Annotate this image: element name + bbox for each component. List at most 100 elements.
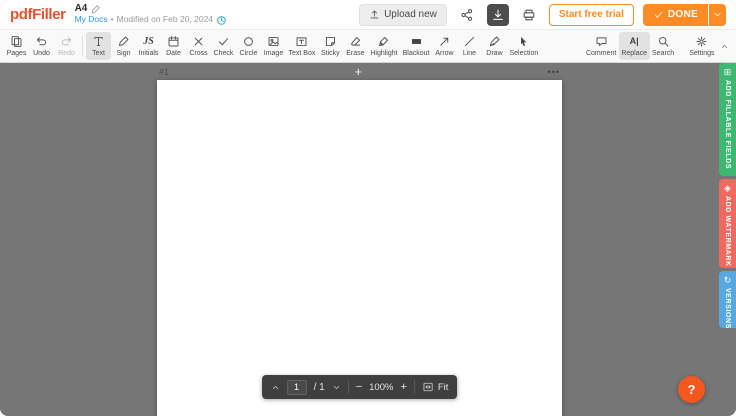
done-button-group: DONE [643,4,726,26]
upload-icon [369,9,380,20]
sticky-icon [324,35,337,48]
selection-icon [517,35,530,48]
arrow-icon [438,35,451,48]
page-menu-button[interactable]: ••• [548,67,560,77]
tool-highlight[interactable]: Highlight [368,32,400,60]
done-button[interactable]: DONE [643,4,708,26]
erase-icon [349,35,362,48]
tool-label: Line [463,50,476,57]
tool-replace[interactable]: A|Replace [619,32,650,60]
search-icon [657,35,670,48]
tool-text-box[interactable]: Text Box [286,32,318,60]
versions-icon: ↻ [724,276,732,285]
tool-label: Pages [7,50,27,57]
add-page-button[interactable]: + [354,65,362,78]
toolbar-gap [677,30,687,62]
workspace: #1 + ••• / 1 − 100% + [0,63,736,416]
tool-label: Search [652,50,674,57]
tool-pages[interactable]: Pages [4,32,29,60]
tool-draw[interactable]: Draw [482,32,507,60]
check-icon [217,35,230,48]
zoom-level-value[interactable]: 100% [369,382,393,393]
side-tab-versions[interactable]: ↻ VERSIONS [719,271,736,328]
share-button[interactable] [456,4,478,26]
cross-icon [192,35,205,48]
tool-initials[interactable]: JSInitials [136,32,161,60]
history-clock-icon[interactable] [216,15,227,26]
done-dropdown-button[interactable] [709,4,726,26]
text-icon [92,35,105,48]
page-wrap: #1 + ••• [157,63,562,416]
date-icon [167,35,180,48]
start-free-trial-button[interactable]: Start free trial [549,4,634,26]
tool-label: Highlight [370,50,397,57]
next-page-button[interactable] [332,383,341,392]
tool-erase[interactable]: Erase [343,32,368,60]
tool-date[interactable]: Date [161,32,186,60]
pdffiller-app: pdfFiller A4 My Docs • Modified on Feb 2… [0,0,736,416]
tool-label: Initials [139,50,159,57]
tool-line[interactable]: Line [457,32,482,60]
textbox-icon [295,35,308,48]
tool-blackout[interactable]: Blackout [400,32,432,60]
fit-to-page-button[interactable]: Fit [422,381,449,393]
side-tab-add-fillable-fields[interactable]: ⊞ADD FILLABLE FIELDS [719,63,736,176]
circle-icon [242,35,255,48]
tool-sign[interactable]: Sign [111,32,136,60]
tool-label: Blackout [403,50,430,57]
tool-label: Comment [586,50,616,57]
previous-page-button[interactable] [271,383,280,392]
tool-label: Image [264,50,283,57]
side-tab-label: VERSIONS [724,288,731,328]
document-title: A4 [75,3,88,15]
edit-title-icon[interactable] [90,4,101,15]
tool-undo[interactable]: Undo [29,32,54,60]
tool-label: Sign [116,50,130,57]
upload-new-button[interactable]: Upload new [359,4,447,26]
tool-label: Date [166,50,181,57]
toolbar-right-group: CommentA|ReplaceSearch Settings [583,30,732,62]
tool-circle[interactable]: Circle [236,32,261,60]
image-icon [267,35,280,48]
sign-icon [117,35,130,48]
side-tab-label: ADD WATERMARK [724,196,731,267]
my-docs-link[interactable]: My Docs [75,15,108,25]
tool-arrow[interactable]: Arrow [432,32,457,60]
tool-sticky[interactable]: Sticky [318,32,343,60]
caret-down-icon [712,9,723,20]
document-canvas: #1 + ••• / 1 − 100% + [0,63,719,416]
blackout-icon [410,35,423,48]
zoom-in-button[interactable]: + [400,382,406,393]
document-info: A4 My Docs • Modified on Feb 20, 2024 [75,3,227,26]
tool-label: Cross [189,50,207,57]
tool-text[interactable]: Text [86,32,111,60]
document-page[interactable] [157,80,562,416]
tool-settings[interactable]: Settings [687,32,717,60]
side-tab-add-watermark[interactable]: ◈ ADD WATERMARK [719,179,736,268]
print-button[interactable] [518,4,540,26]
tool-selection[interactable]: Selection [507,32,541,60]
tool-comment[interactable]: Comment [583,32,618,60]
fillable-fields-icon: ⊞ [724,68,732,77]
zoom-out-button[interactable]: − [356,382,362,393]
replace-icon: A| [628,35,641,48]
page-number-input[interactable] [287,380,307,395]
watermark-icon: ◈ [724,184,731,193]
editor-toolbar: PagesUndo Redo Text Sign JSInitials Date Cross… [0,30,736,63]
tool-search[interactable]: Search [650,32,677,60]
tool-image[interactable]: Image [261,32,286,60]
tool-check[interactable]: Check [211,32,236,60]
redo-icon [60,35,73,48]
bar-divider [414,380,415,394]
help-button[interactable]: ? [678,376,705,403]
top-header: pdfFiller A4 My Docs • Modified on Feb 2… [0,0,736,30]
toolbar-divider [82,36,83,56]
check-icon [653,9,664,20]
tool-redo: Redo [54,32,79,60]
tool-cross[interactable]: Cross [186,32,211,60]
tool-label: Circle [240,50,258,57]
pdffiller-logo[interactable]: pdfFiller [10,6,66,23]
tool-label: Redo [58,50,75,57]
collapse-toolbar-button[interactable] [717,30,732,62]
download-button[interactable] [487,4,509,26]
